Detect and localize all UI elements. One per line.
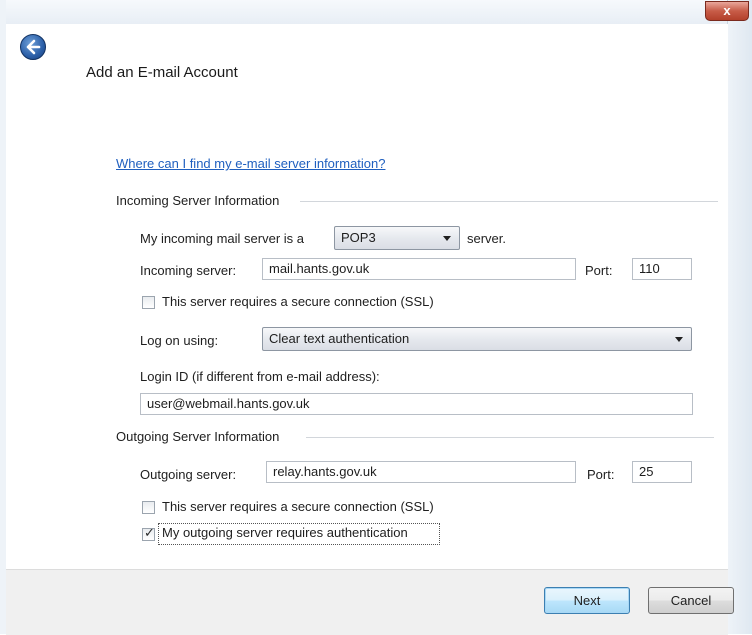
server-type-select[interactable]: POP3 — [334, 226, 460, 250]
help-link[interactable]: Where can I find my e-mail server inform… — [116, 156, 385, 171]
server-type-prefix-label: My incoming mail server is a — [140, 231, 304, 246]
outgoing-port-label: Port: — [587, 467, 615, 482]
login-id-label: Login ID (if different from e-mail addre… — [140, 369, 380, 384]
chevron-down-icon — [675, 337, 683, 342]
logon-label: Log on using: — [140, 333, 219, 348]
title-bar[interactable] — [0, 0, 752, 24]
checkmark-icon: ✓ — [144, 526, 155, 541]
outgoing-ssl-checkbox[interactable] — [142, 501, 155, 514]
login-id-field[interactable]: user@webmail.hants.gov.uk — [140, 393, 693, 415]
server-type-suffix-label: server. — [467, 231, 507, 246]
incoming-ssl-checkbox[interactable] — [142, 296, 155, 309]
logon-method-select[interactable]: Clear text authentication — [262, 327, 692, 351]
incoming-server-label: Incoming server: — [140, 263, 237, 278]
logon-method-value: Clear text authentication — [269, 331, 410, 346]
outgoing-ssl-label: This server requires a secure connection… — [162, 499, 434, 514]
outgoing-auth-checkbox[interactable]: ✓ — [142, 526, 155, 541]
incoming-group-label: Incoming Server Information — [116, 193, 288, 208]
incoming-ssl-label: This server requires a secure connection… — [162, 294, 434, 309]
chevron-down-icon — [443, 236, 451, 241]
cancel-button[interactable]: Cancel — [648, 587, 734, 614]
incoming-port-field[interactable]: 110 — [632, 258, 692, 280]
outgoing-auth-label: My outgoing server requires authenticati… — [162, 525, 408, 540]
outgoing-group-label: Outgoing Server Information — [116, 429, 288, 444]
back-arrow-icon — [26, 39, 41, 55]
outgoing-group-divider — [306, 437, 714, 438]
close-button[interactable]: x — [705, 1, 749, 21]
close-icon: x — [723, 3, 731, 18]
outgoing-server-field[interactable]: relay.hants.gov.uk — [266, 461, 576, 483]
dialog-window: x Add an E-mail Account Where can I find… — [0, 0, 752, 635]
incoming-server-field[interactable]: mail.hants.gov.uk — [262, 258, 576, 280]
outgoing-server-label: Outgoing server: — [140, 467, 237, 482]
window-frame-right — [727, 0, 752, 634]
outgoing-port-field[interactable]: 25 — [632, 461, 692, 483]
dialog-title: Add an E-mail Account — [86, 64, 238, 81]
incoming-group-divider — [300, 201, 718, 202]
next-button[interactable]: Next — [544, 587, 630, 614]
back-button[interactable] — [20, 34, 46, 60]
incoming-port-label: Port: — [585, 263, 613, 278]
server-type-value: POP3 — [341, 230, 376, 245]
